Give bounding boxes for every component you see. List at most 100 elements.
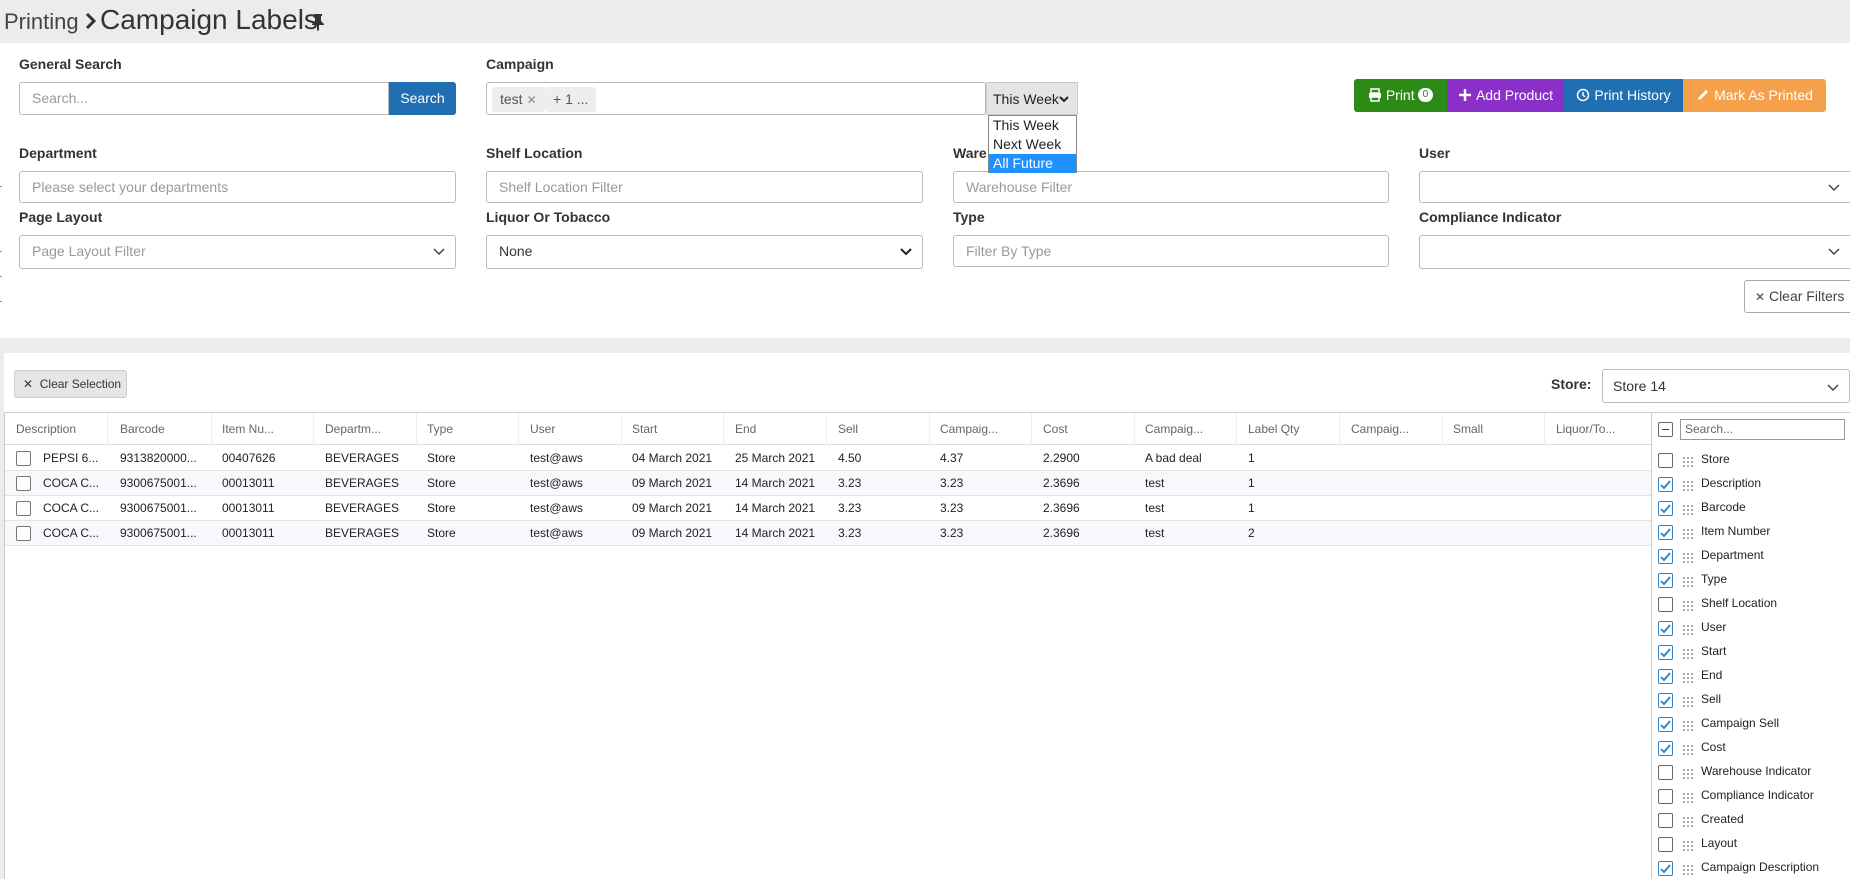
checked-checkbox-icon[interactable] bbox=[1658, 621, 1673, 636]
drag-handle-icon[interactable] bbox=[1683, 814, 1694, 827]
search-button[interactable]: Search bbox=[389, 82, 456, 115]
toggle-all-columns-checkbox[interactable] bbox=[1658, 422, 1673, 437]
week-option-this-week[interactable]: This Week bbox=[989, 116, 1076, 135]
drag-handle-icon[interactable] bbox=[1683, 526, 1694, 539]
column-header[interactable]: Type bbox=[416, 413, 519, 445]
print-button[interactable]: Print 0 bbox=[1354, 79, 1447, 112]
column-header[interactable]: Start bbox=[621, 413, 724, 445]
shelf-location-input[interactable]: Shelf Location Filter bbox=[486, 171, 923, 203]
general-search-input[interactable]: Search... bbox=[19, 82, 389, 115]
checkbox-icon[interactable] bbox=[1658, 789, 1673, 804]
drag-handle-icon[interactable] bbox=[1683, 790, 1694, 803]
drag-handle-icon[interactable] bbox=[1683, 598, 1694, 611]
column-header[interactable]: Cost bbox=[1032, 413, 1135, 445]
drag-handle-icon[interactable] bbox=[1683, 622, 1694, 635]
campaign-tag[interactable]: test ✕ bbox=[492, 87, 545, 112]
drag-handle-icon[interactable] bbox=[1683, 502, 1694, 515]
drag-handle-icon[interactable] bbox=[1683, 862, 1694, 875]
column-option[interactable]: Description bbox=[1652, 472, 1850, 496]
checked-checkbox-icon[interactable] bbox=[1658, 477, 1673, 492]
column-option[interactable]: Compliance Indicator bbox=[1652, 784, 1850, 808]
store-select[interactable]: Store 14 bbox=[1602, 369, 1850, 403]
checkbox-icon[interactable] bbox=[1658, 765, 1673, 780]
row-checkbox[interactable] bbox=[16, 451, 31, 466]
column-option[interactable]: Shelf Location bbox=[1652, 592, 1850, 616]
checked-checkbox-icon[interactable] bbox=[1658, 717, 1673, 732]
campaign-multiselect[interactable]: test ✕ + 1 ... bbox=[486, 82, 986, 115]
drag-handle-icon[interactable] bbox=[1683, 670, 1694, 683]
print-history-button[interactable]: Print History bbox=[1564, 79, 1683, 112]
column-header[interactable]: Sell bbox=[827, 413, 930, 445]
table-row[interactable]: COCA C... 9300675001... 00013011 BEVERAGES S… bbox=[5, 521, 1652, 546]
column-option[interactable]: User bbox=[1652, 616, 1850, 640]
checkbox-icon[interactable] bbox=[1658, 453, 1673, 468]
week-option-next-week[interactable]: Next Week bbox=[989, 135, 1076, 154]
column-search-input[interactable]: Search... bbox=[1680, 419, 1845, 440]
page-layout-select[interactable]: Page Layout Filter bbox=[19, 235, 456, 269]
checked-checkbox-icon[interactable] bbox=[1658, 525, 1673, 540]
column-option[interactable]: Layout bbox=[1652, 832, 1850, 856]
column-option[interactable]: Start bbox=[1652, 640, 1850, 664]
column-header[interactable]: Small bbox=[1442, 413, 1545, 445]
type-input[interactable]: Filter By Type bbox=[953, 235, 1389, 267]
drag-handle-icon[interactable] bbox=[1683, 478, 1694, 491]
pin-icon[interactable] bbox=[311, 13, 325, 31]
table-row[interactable]: PEPSI 6... 9313820000... 00407626 BEVERAGES… bbox=[5, 446, 1652, 471]
checkbox-icon[interactable] bbox=[1658, 813, 1673, 828]
drag-handle-icon[interactable] bbox=[1683, 646, 1694, 659]
drag-handle-icon[interactable] bbox=[1683, 742, 1694, 755]
checked-checkbox-icon[interactable] bbox=[1658, 861, 1673, 876]
checked-checkbox-icon[interactable] bbox=[1658, 645, 1673, 660]
table-row[interactable]: COCA C... 9300675001... 00013011 BEVERAGES S… bbox=[5, 496, 1652, 521]
column-header[interactable]: Campaig... bbox=[929, 413, 1032, 445]
checked-checkbox-icon[interactable] bbox=[1658, 741, 1673, 756]
column-header[interactable]: Departm... bbox=[314, 413, 417, 445]
week-option-all-future[interactable]: All Future bbox=[989, 154, 1076, 173]
column-option[interactable]: Item Number bbox=[1652, 520, 1850, 544]
drag-handle-icon[interactable] bbox=[1683, 766, 1694, 779]
department-input[interactable]: Please select your departments bbox=[19, 171, 456, 203]
row-checkbox[interactable] bbox=[16, 526, 31, 541]
checkbox-icon[interactable] bbox=[1658, 597, 1673, 612]
column-option[interactable]: Created bbox=[1652, 808, 1850, 832]
column-header[interactable]: Item Nu... bbox=[211, 413, 314, 445]
column-option[interactable]: Cost bbox=[1652, 736, 1850, 760]
checked-checkbox-icon[interactable] bbox=[1658, 573, 1673, 588]
column-header[interactable]: End bbox=[724, 413, 827, 445]
column-option[interactable]: Store bbox=[1652, 448, 1850, 472]
column-header[interactable]: User bbox=[519, 413, 622, 445]
row-checkbox[interactable] bbox=[16, 501, 31, 516]
checkbox-icon[interactable] bbox=[1658, 837, 1673, 852]
column-option[interactable]: Department bbox=[1652, 544, 1850, 568]
column-header[interactable]: Campaig... bbox=[1134, 413, 1237, 445]
warehouse-input[interactable]: Warehouse Filter bbox=[953, 171, 1389, 203]
drag-handle-icon[interactable] bbox=[1683, 838, 1694, 851]
column-option[interactable]: Campaign Sell bbox=[1652, 712, 1850, 736]
user-select[interactable] bbox=[1419, 171, 1850, 203]
add-product-button[interactable]: Add Product bbox=[1447, 79, 1564, 112]
week-select[interactable]: This Week bbox=[986, 82, 1078, 115]
column-option[interactable]: Warehouse Indicator bbox=[1652, 760, 1850, 784]
checked-checkbox-icon[interactable] bbox=[1658, 501, 1673, 516]
column-option[interactable]: Type bbox=[1652, 568, 1850, 592]
column-option[interactable]: Campaign Description bbox=[1652, 856, 1850, 879]
checked-checkbox-icon[interactable] bbox=[1658, 693, 1673, 708]
checked-checkbox-icon[interactable] bbox=[1658, 549, 1673, 564]
drag-handle-icon[interactable] bbox=[1683, 574, 1694, 587]
remove-tag-icon[interactable]: ✕ bbox=[527, 93, 537, 107]
column-header[interactable]: Campaig... bbox=[1340, 413, 1443, 445]
drag-handle-icon[interactable] bbox=[1683, 550, 1694, 563]
compliance-select[interactable] bbox=[1419, 235, 1850, 269]
checked-checkbox-icon[interactable] bbox=[1658, 669, 1673, 684]
drag-handle-icon[interactable] bbox=[1683, 454, 1694, 467]
drag-handle-icon[interactable] bbox=[1683, 718, 1694, 731]
clear-selection-button[interactable]: ✕ Clear Selection bbox=[14, 370, 127, 398]
column-header[interactable]: Liquor/To... bbox=[1545, 413, 1652, 445]
row-checkbox[interactable] bbox=[16, 476, 31, 491]
column-option[interactable]: Sell bbox=[1652, 688, 1850, 712]
liquor-tobacco-select[interactable]: None bbox=[486, 235, 923, 269]
breadcrumb-printing[interactable]: Printing bbox=[4, 9, 79, 35]
column-header[interactable]: Description bbox=[5, 413, 108, 445]
table-row[interactable]: COCA C... 9300675001... 00013011 BEVERAGES S… bbox=[5, 471, 1652, 496]
column-header[interactable]: Label Qty bbox=[1237, 413, 1340, 445]
